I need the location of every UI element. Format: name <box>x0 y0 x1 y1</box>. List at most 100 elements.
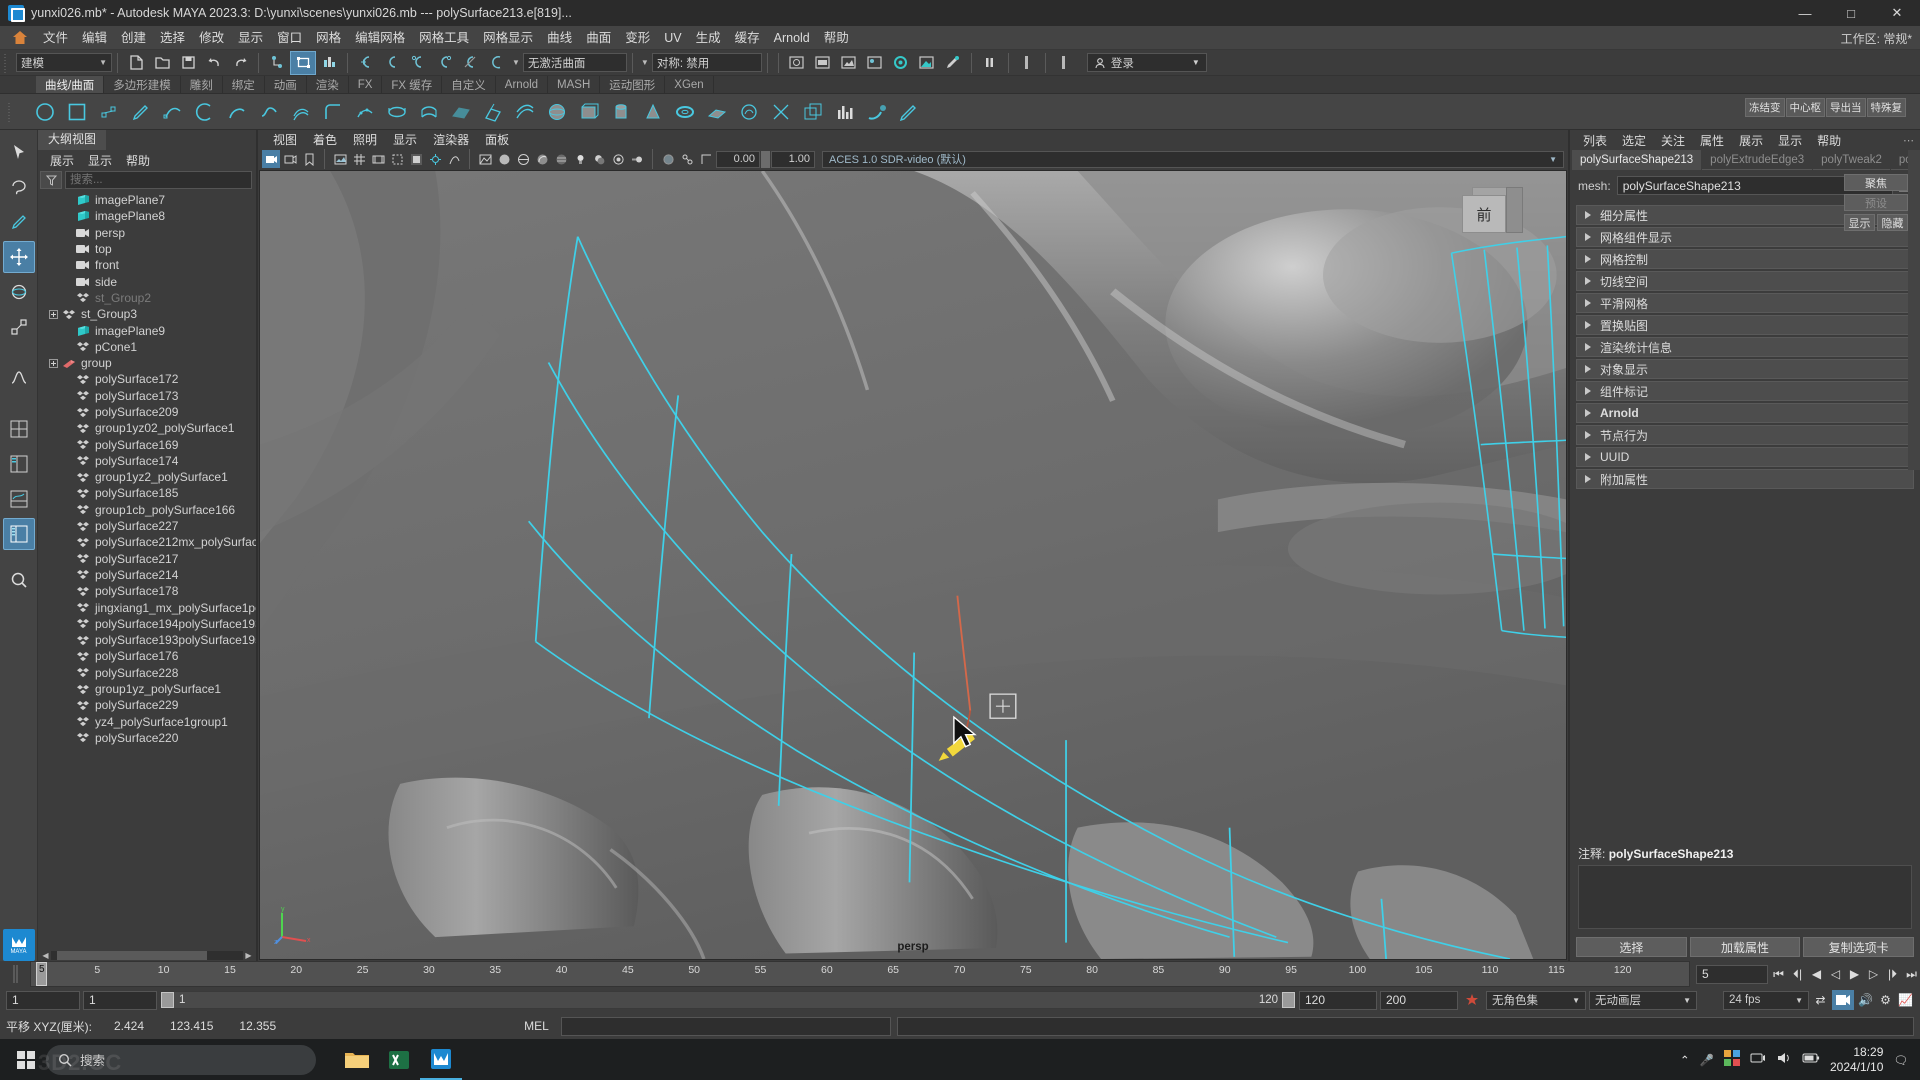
outliner-item-group[interactable]: group <box>38 355 256 371</box>
view-cube-side-face[interactable] <box>1506 187 1523 233</box>
shadows-icon[interactable] <box>590 150 608 168</box>
menu-item-12[interactable]: 曲面 <box>579 26 618 50</box>
outliner-item-top[interactable]: top <box>38 241 256 257</box>
layout-persp-outliner-icon[interactable] <box>2 518 35 550</box>
select-component-button[interactable] <box>316 51 342 75</box>
open-scene-button[interactable] <box>149 51 175 75</box>
sculpt-tool-icon[interactable] <box>734 97 764 127</box>
chevron-down-icon[interactable]: ▼ <box>509 58 523 67</box>
go-to-start-icon[interactable]: ⏮ <box>1770 964 1787 984</box>
3d-viewport[interactable]: 前 y x z persp <box>259 170 1567 960</box>
curve-attach-icon[interactable] <box>254 97 284 127</box>
tray-microphone-icon[interactable]: 🎤 <box>1700 1053 1714 1067</box>
menu-item-15[interactable]: 生成 <box>689 26 728 50</box>
shelf-tab-10[interactable]: MASH <box>548 76 601 93</box>
menuset-combo[interactable]: 建模 ▼ <box>16 53 112 72</box>
ae-menu-4[interactable]: 展示 <box>1732 132 1770 149</box>
range-slider[interactable]: 1 120 <box>160 991 1296 1009</box>
home-icon[interactable] <box>10 28 30 48</box>
image-plane-icon[interactable] <box>331 150 349 168</box>
step-forward-key-icon[interactable]: |⏵ <box>1884 964 1901 984</box>
save-scene-button[interactable] <box>175 51 201 75</box>
menu-item-10[interactable]: 网格显示 <box>476 26 540 50</box>
shelf-btn-2[interactable]: 导出当 <box>1826 98 1866 117</box>
menu-item-16[interactable]: 缓存 <box>728 26 767 50</box>
range-start-field[interactable]: 1 <box>83 990 157 1010</box>
panel-menu-dots-icon[interactable]: ⋯ <box>1903 134 1914 147</box>
pencil-curve-icon[interactable] <box>126 97 156 127</box>
step-back-key-icon[interactable]: ⏴| <box>1789 964 1806 984</box>
outliner-item-imagePlane7[interactable]: imagePlane7 <box>38 192 256 208</box>
curve-arc-icon[interactable] <box>190 97 220 127</box>
outliner-item-yz4_polySurface1group1[interactable]: yz4_polySurface1group1 <box>38 714 256 730</box>
outliner-menu-1[interactable]: 显示 <box>82 152 118 169</box>
outliner-item-jingxiang1_mx_polySurface1polyS[interactable]: jingxiang1_mx_polySurface1polyS <box>38 599 256 615</box>
taskbar-maya-icon[interactable] <box>420 1040 462 1080</box>
outliner-menu-0[interactable]: 展示 <box>44 152 80 169</box>
xray-icon[interactable] <box>659 150 677 168</box>
menu-item-7[interactable]: 网格 <box>309 26 348 50</box>
clip-near-icon[interactable] <box>697 150 715 168</box>
tray-volume-icon[interactable] <box>1776 1051 1792 1068</box>
surface-revolve-icon[interactable] <box>382 97 412 127</box>
menu-item-3[interactable]: 选择 <box>153 26 192 50</box>
range-end-handle[interactable] <box>1282 992 1295 1008</box>
select-button[interactable]: 选择 <box>1576 937 1687 957</box>
outliner-menu-2[interactable]: 帮助 <box>120 152 156 169</box>
select-hierarchy-button[interactable] <box>264 51 290 75</box>
outliner-item-st_Group3[interactable]: st_Group3 <box>38 306 256 322</box>
move-tool-icon[interactable] <box>2 241 35 273</box>
shelf-btn-0[interactable]: 冻结变 <box>1745 98 1785 117</box>
anim-start-field[interactable]: 1 <box>6 990 80 1010</box>
outliner-item-pCone1[interactable]: pCone1 <box>38 339 256 355</box>
view-cube-front-face[interactable]: 前 <box>1462 195 1506 233</box>
rotate-tool-icon[interactable] <box>3 276 35 308</box>
curve-rebuild-icon[interactable] <box>350 97 380 127</box>
close-button[interactable]: ✕ <box>1874 0 1920 26</box>
copy-tab-button[interactable]: 复制选项卡 <box>1803 937 1915 957</box>
outliner-item-group1yz_polySurface1[interactable]: group1yz_polySurface1 <box>38 681 256 697</box>
grid-toggle-icon[interactable] <box>350 150 368 168</box>
attribute-section-切线空间[interactable]: 切线空间 <box>1576 271 1914 291</box>
outliner-item-imagePlane9[interactable]: imagePlane9 <box>38 322 256 338</box>
attribute-section-渲染统计信息[interactable]: 渲染统计信息 <box>1576 337 1914 357</box>
show-button[interactable]: 显示 <box>1844 214 1875 231</box>
taskbar-search-box[interactable]: 搜索 <box>46 1044 316 1075</box>
ipr-render-button[interactable] <box>810 51 836 75</box>
motion-blur-icon[interactable] <box>628 150 646 168</box>
menu-item-1[interactable]: 编辑 <box>75 26 114 50</box>
ae-menu-1[interactable]: 选定 <box>1615 132 1653 149</box>
shelf-tab-6[interactable]: FX <box>349 76 383 93</box>
taskbar-excel-icon[interactable] <box>378 1040 420 1080</box>
surface-loft-icon[interactable] <box>414 97 444 127</box>
sound-icon[interactable]: 🔊 <box>1857 990 1874 1010</box>
exposure-icon[interactable] <box>426 150 444 168</box>
graph-editor-icon[interactable]: 📈 <box>1897 990 1914 1010</box>
shelf-tab-11[interactable]: 运动图形 <box>600 76 666 93</box>
curve-bezier-icon[interactable] <box>158 97 188 127</box>
scroll-thumb[interactable] <box>57 950 207 960</box>
near-clip-field[interactable]: 0.00 <box>716 150 760 168</box>
outliner-item-polySurface214[interactable]: polySurface214 <box>38 567 256 583</box>
snap-grid-button[interactable] <box>353 51 379 75</box>
trim-tool-icon[interactable] <box>766 97 796 127</box>
tray-network-icon[interactable] <box>1750 1051 1766 1068</box>
menu-item-17[interactable]: Arnold <box>767 26 817 50</box>
paint-select-tool-icon[interactable] <box>3 206 35 238</box>
notes-textarea[interactable] <box>1578 865 1912 929</box>
outliner-item-polySurface220[interactable]: polySurface220 <box>38 730 256 746</box>
outliner-item-polySurface193polySurface195[interactable]: polySurface193polySurface195 <box>38 632 256 648</box>
ae-menu-6[interactable]: 帮助 <box>1810 132 1848 149</box>
surface-sphere-icon[interactable] <box>542 97 572 127</box>
outliner-item-polySurface176[interactable]: polySurface176 <box>38 648 256 664</box>
menu-item-9[interactable]: 网格工具 <box>412 26 476 50</box>
shaded-icon[interactable] <box>495 150 513 168</box>
outliner-item-front[interactable]: front <box>38 257 256 273</box>
shelf-tab-8[interactable]: 自定义 <box>442 76 496 93</box>
time-slider-grip[interactable] <box>0 961 30 987</box>
viewport-menu-5[interactable]: 面板 <box>478 131 516 148</box>
intersect-tool-icon[interactable] <box>798 97 828 127</box>
outliner-item-polySurface194polySurface193[interactable]: polySurface194polySurface193 <box>38 616 256 632</box>
shelf-tab-7[interactable]: FX 缓存 <box>382 76 443 93</box>
layout-outliner-persp-icon[interactable] <box>3 448 35 480</box>
